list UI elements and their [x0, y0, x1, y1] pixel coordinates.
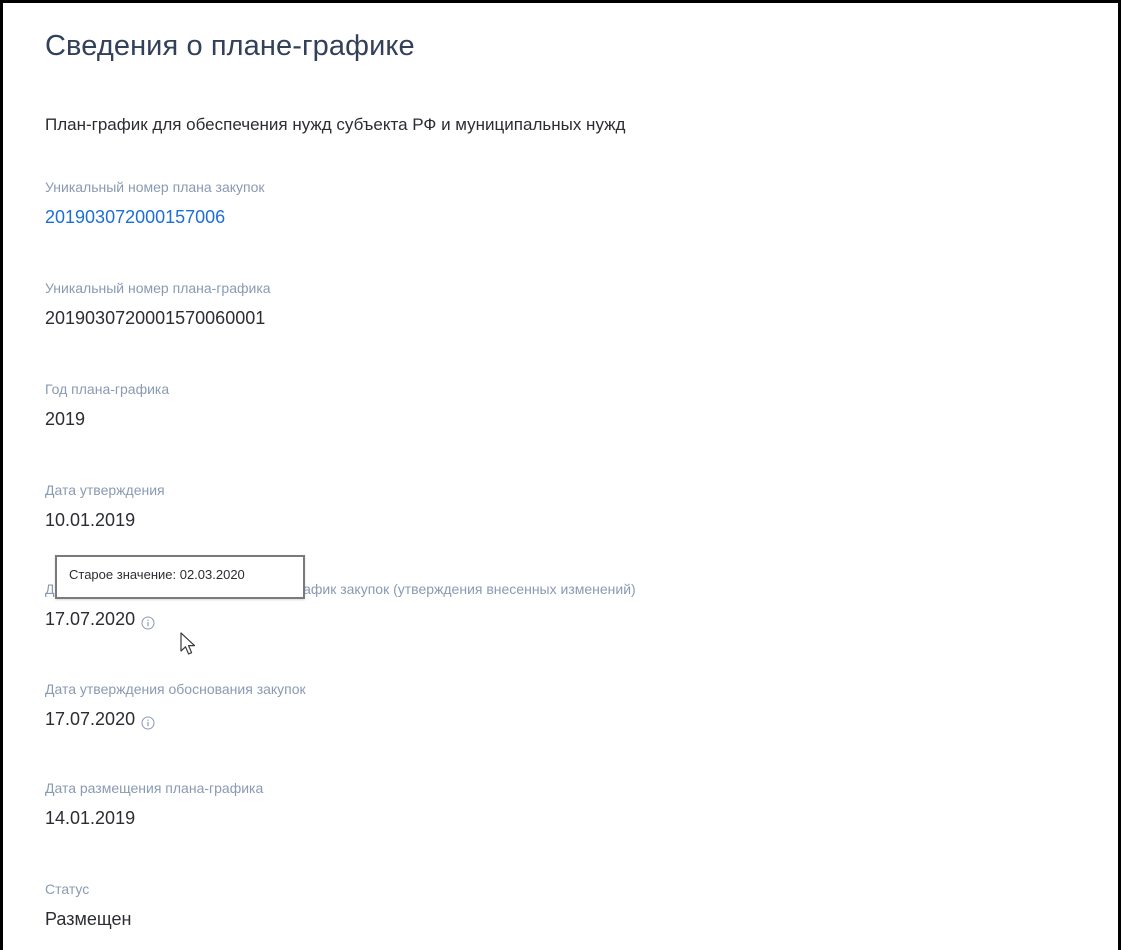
info-icon[interactable]: [141, 613, 155, 630]
field-approval-date: Дата утверждения 10.01.2019: [45, 481, 165, 531]
purchase-plan-number-link[interactable]: 201903072000157006: [45, 206, 265, 228]
status-value: Размещен: [45, 909, 132, 929]
field-label: Статус: [45, 881, 90, 897]
field-value: 10.01.2019: [45, 510, 136, 530]
field-value: 2019030720001570060001: [45, 308, 266, 328]
field-label: Дата утверждения: [45, 482, 165, 498]
field-value: 14.01.2019: [45, 808, 136, 828]
field-label: Уникальный номер плана закупок: [45, 179, 265, 195]
info-icon[interactable]: [141, 713, 155, 730]
field-purchase-plan-number: Уникальный номер плана закупок 201903072…: [45, 178, 265, 228]
arrow-pointer-icon: [180, 632, 196, 655]
field-label: Уникальный номер плана-графика: [45, 280, 271, 296]
field-status: Статус Размещен: [45, 880, 131, 930]
field-value: 17.07.2020: [45, 609, 136, 629]
plan-schedule-type: План-график для обеспечения нужд субъект…: [45, 115, 626, 134]
field-label: Дата утверждения обоснования закупок: [45, 681, 306, 697]
field-plan-schedule-year: Год плана-графика 2019: [45, 380, 169, 430]
field-label: Год плана-графика: [45, 381, 170, 397]
page-title: Сведения о плане-графике: [45, 30, 415, 62]
field-value: 17.07.2020: [45, 709, 136, 729]
field-publication-date: Дата размещения плана-графика 14.01.2019: [45, 779, 263, 829]
field-value-row: 17.07.2020: [45, 608, 636, 630]
field-value-row: 17.07.2020: [45, 708, 306, 730]
old-value-tooltip: Старое значение: 02.03.2020: [55, 555, 305, 599]
field-plan-schedule-number: Уникальный номер плана-графика 201903072…: [45, 279, 271, 329]
field-value: 2019: [45, 409, 86, 429]
field-justification-approval-date: Дата утверждения обоснования закупок 17.…: [45, 680, 306, 730]
field-label: Дата размещения плана-графика: [45, 780, 264, 796]
page-frame: Сведения о плане-графике План-график для…: [0, 0, 1121, 950]
